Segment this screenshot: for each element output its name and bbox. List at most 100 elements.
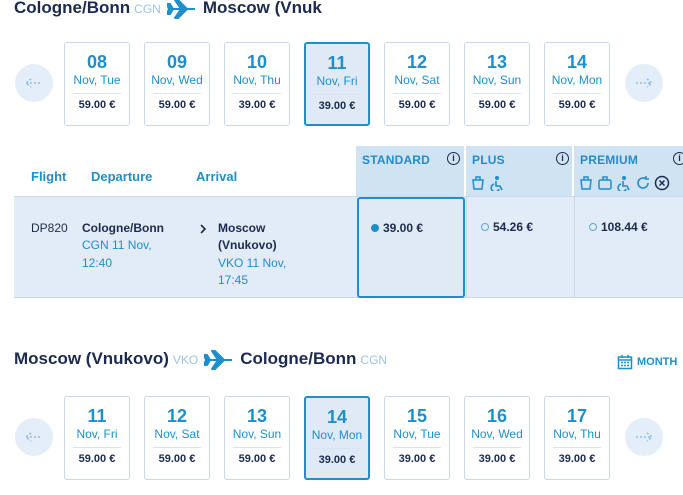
date-price: 39.00 €	[238, 99, 276, 111]
arrival-date: VKO 11 Nov,	[218, 256, 287, 270]
date-price: 59.00 €	[238, 453, 276, 465]
fare-name-premium: PREMIUM	[580, 153, 639, 167]
month-label: MONTH	[637, 356, 678, 368]
assistance-icon	[617, 176, 630, 191]
bag-icon	[472, 176, 484, 190]
date-card[interactable]: 12 Nov, Sat 59.00 €	[144, 396, 210, 480]
date-day-number: 09	[166, 52, 188, 72]
column-header-departure: Departure	[91, 169, 153, 184]
date-card[interactable]: 14 Nov, Mon 39.00 €	[304, 396, 370, 480]
inbound-destination-code: CGN	[360, 353, 388, 367]
date-card[interactable]: 10 Nov, Thu 39.00 €	[224, 42, 290, 126]
info-icon[interactable]: i	[673, 152, 683, 165]
fare-header-standard: STANDARD i	[356, 146, 464, 196]
date-day-number: 17	[566, 406, 588, 426]
fare-header-plus: PLUS i	[466, 146, 572, 196]
date-card[interactable]: 17 Nov, Thu 39.00 €	[544, 396, 610, 480]
divider	[73, 93, 121, 94]
outbound-route-header: Cologne/Bonn CGN Moscow (Vnuk	[14, 0, 322, 20]
date-card[interactable]: 09 Nov, Wed 59.00 €	[144, 42, 210, 126]
divider	[314, 448, 360, 449]
departure-time: 12:40	[82, 256, 113, 270]
bag-icon	[580, 176, 592, 190]
divider	[553, 93, 601, 94]
inbound-prev-dates-button[interactable]	[15, 418, 53, 456]
divider	[393, 93, 441, 94]
arrow-left-icon	[25, 78, 42, 88]
date-day-name: Nov, Mon	[551, 73, 603, 87]
outbound-prev-dates-button[interactable]	[15, 64, 53, 102]
date-price: 59.00 €	[158, 453, 196, 465]
fare-header-premium: PREMIUM i	[574, 146, 683, 196]
fare-option-plus[interactable]: 54.26 €	[466, 196, 572, 298]
divider	[233, 447, 281, 448]
date-price: 59.00 €	[158, 99, 196, 111]
date-day-number: 15	[406, 406, 428, 426]
date-day-name: Nov, Mon	[311, 428, 363, 442]
date-day-name: Nov, Sat	[154, 427, 200, 441]
date-day-number: 11	[327, 53, 347, 73]
date-card[interactable]: 13 Nov, Sun 59.00 €	[224, 396, 290, 480]
chevron-right-icon	[200, 224, 207, 234]
fare-option-standard[interactable]: 39.00 €	[357, 197, 465, 298]
inbound-next-dates-button[interactable]	[625, 418, 663, 456]
date-price: 39.00 €	[398, 453, 436, 465]
date-card[interactable]: 12 Nov, Sat 59.00 €	[384, 42, 450, 126]
outbound-next-dates-button[interactable]	[625, 64, 663, 102]
date-day-name: Nov, Tue	[393, 427, 441, 441]
date-day-number: 14	[326, 407, 348, 427]
month-view-button[interactable]: MONTH	[617, 354, 677, 370]
date-price: 59.00 €	[558, 99, 596, 111]
date-day-number: 12	[406, 52, 428, 72]
date-card[interactable]: 13 Nov, Sun 59.00 €	[464, 42, 530, 126]
info-icon[interactable]: i	[447, 152, 460, 165]
date-card[interactable]: 11 Nov, Fri 39.00 €	[304, 42, 370, 126]
outbound-origin-city: Cologne/Bonn	[14, 0, 131, 17]
radio-selected-icon	[371, 224, 379, 232]
plane-icon	[166, 0, 195, 19]
divider	[73, 447, 121, 448]
date-day-number: 08	[86, 52, 108, 72]
divider	[153, 93, 201, 94]
fare-option-premium[interactable]: 108.44 €	[574, 196, 683, 298]
date-card[interactable]: 16 Nov, Wed 39.00 €	[464, 396, 530, 480]
arrival-city: Moscow	[218, 221, 266, 235]
date-day-number: 13	[486, 52, 508, 72]
info-icon[interactable]: i	[556, 152, 569, 165]
date-card[interactable]: 11 Nov, Fri 59.00 €	[64, 396, 130, 480]
divider	[473, 93, 521, 94]
date-day-number: 10	[246, 52, 268, 72]
fare-name-plus: PLUS	[472, 153, 505, 167]
date-card[interactable]: 14 Nov, Mon 59.00 €	[544, 42, 610, 126]
inbound-route-header: Moscow (Vnukovo) VKO Cologne/Bonn CGN	[14, 349, 393, 371]
date-price: 39.00 €	[558, 453, 596, 465]
radio-icon	[481, 223, 489, 231]
refresh-icon	[637, 176, 649, 189]
plane-icon	[204, 350, 233, 370]
date-day-name: Nov, Wed	[471, 427, 523, 441]
outbound-origin-code: CGN	[134, 2, 161, 16]
date-price: 59.00 €	[398, 99, 436, 111]
date-price: 39.00 €	[478, 453, 516, 465]
date-day-number: 11	[87, 406, 107, 426]
date-day-name: Nov, Sat	[394, 73, 440, 87]
divider	[233, 93, 281, 94]
premium-feature-icons	[578, 175, 670, 191]
date-price: 59.00 €	[78, 99, 116, 111]
arrival-city-airport: (Vnukovo)	[218, 238, 277, 252]
date-price: 59.00 €	[78, 453, 116, 465]
arrow-left-icon	[25, 432, 42, 442]
assistance-icon	[490, 176, 503, 191]
date-card[interactable]: 15 Nov, Tue 39.00 €	[384, 396, 450, 480]
date-day-name: Nov, Wed	[151, 73, 203, 87]
date-card[interactable]: 08 Nov, Tue 59.00 €	[64, 42, 130, 126]
date-day-name: Nov, Fri	[316, 74, 358, 88]
date-day-number: 12	[166, 406, 188, 426]
fare-price-plus: 54.26 €	[493, 220, 534, 234]
divider	[473, 447, 521, 448]
date-day-name: Nov, Tue	[73, 73, 121, 87]
date-day-name: Nov, Sun	[232, 427, 282, 441]
column-header-arrival: Arrival	[196, 169, 238, 184]
date-day-name: Nov, Fri	[76, 427, 118, 441]
divider	[314, 94, 360, 95]
